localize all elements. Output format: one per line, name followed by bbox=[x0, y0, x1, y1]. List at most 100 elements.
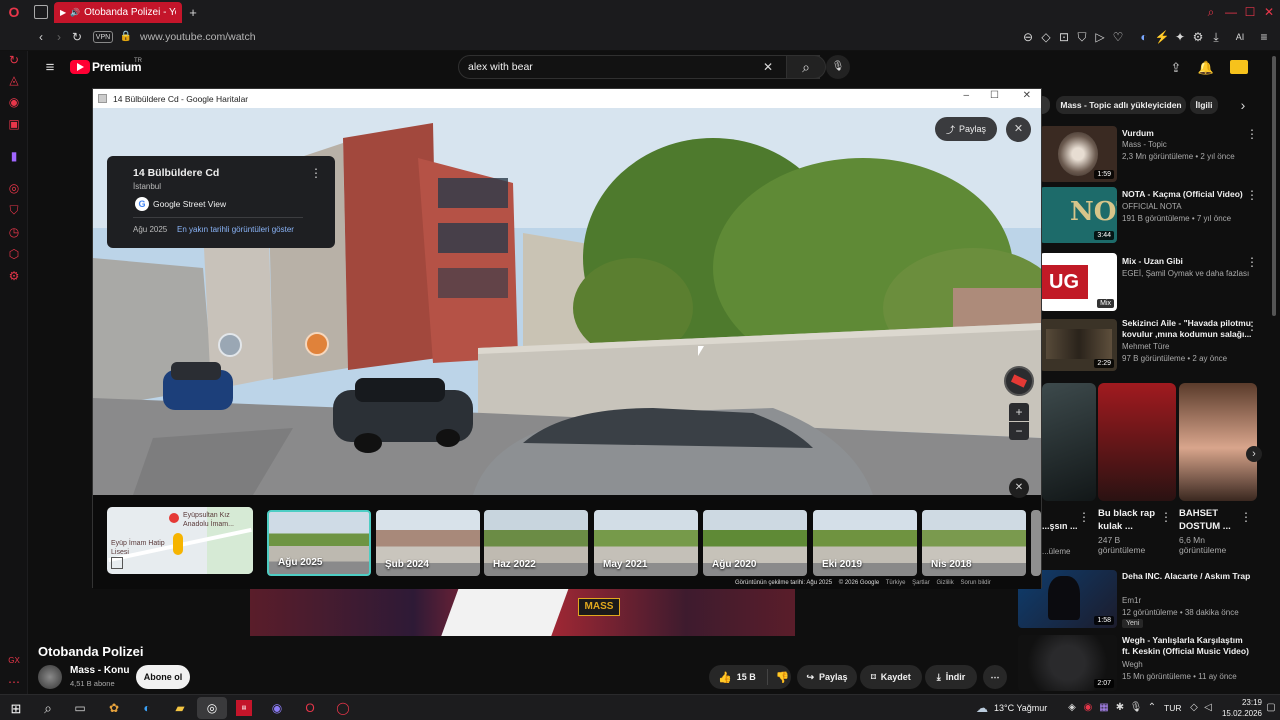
messenger-icon[interactable]: ◉ bbox=[7, 95, 21, 109]
minimize-icon[interactable]: — bbox=[1224, 4, 1238, 20]
search-box[interactable]: alex with bear ✕ bbox=[458, 55, 820, 79]
sidebar-settings-icon[interactable]: ⚙ bbox=[7, 269, 21, 283]
cube-icon[interactable]: ⬡ bbox=[7, 247, 21, 261]
network-icon[interactable]: ◇ bbox=[1188, 701, 1200, 715]
history-icon[interactable]: ↻ bbox=[7, 53, 21, 67]
more-vert-icon[interactable]: ⋮ bbox=[1160, 511, 1172, 523]
tray-icon-3[interactable]: ▦ bbox=[1098, 701, 1110, 715]
like-count[interactable]: 15 B bbox=[737, 672, 756, 682]
tray-icon-2[interactable]: ◉ bbox=[1082, 701, 1094, 715]
nearest-images-link[interactable]: En yakın tarihli görüntüleri göster bbox=[177, 225, 294, 234]
privacy-link[interactable]: Gizlilik bbox=[936, 580, 953, 586]
opera-taskbar-icon[interactable]: O bbox=[302, 700, 318, 716]
lock-icon[interactable]: 🔒 bbox=[120, 30, 132, 44]
video-player[interactable]: MASS bbox=[250, 588, 795, 636]
mic-tray-icon[interactable]: 🎙 bbox=[1130, 701, 1143, 715]
create-icon[interactable]: ⇪ bbox=[1168, 59, 1184, 75]
app-icon-red[interactable]: ▤ bbox=[236, 700, 252, 716]
chips-next-icon[interactable]: › bbox=[1236, 97, 1250, 113]
windows-start-icon[interactable]: ⊞ bbox=[8, 700, 24, 716]
close-street-view-icon[interactable]: ✕ bbox=[1006, 117, 1031, 142]
clock[interactable]: 23:19 15.02.2026 bbox=[1210, 697, 1262, 719]
related-thumb[interactable]: 1:59 bbox=[1040, 126, 1117, 182]
search-input[interactable]: alex with bear bbox=[468, 61, 533, 73]
scrollbar[interactable] bbox=[1272, 56, 1276, 316]
opera-gx-icon[interactable]: ◯ bbox=[335, 700, 351, 716]
short-thumb[interactable] bbox=[1042, 383, 1096, 501]
url-text[interactable]: www.youtube.com/watch bbox=[140, 31, 256, 43]
gx-icon[interactable]: GX bbox=[5, 655, 23, 667]
tray-icon-1[interactable]: ◈ bbox=[1066, 701, 1078, 715]
notification-icon[interactable]: ▢ bbox=[1266, 701, 1276, 715]
popup-maximize-icon[interactable]: ☐ bbox=[990, 90, 999, 101]
map-pin-icon[interactable] bbox=[218, 333, 242, 357]
bookmarks-icon[interactable]: ⛉ bbox=[7, 203, 21, 217]
search-button[interactable]: ⌕ bbox=[786, 55, 826, 79]
related-thumb[interactable]: NOTA 3:44 bbox=[1040, 187, 1117, 243]
shorts-next-icon[interactable]: › bbox=[1246, 446, 1262, 462]
timeline-item[interactable]: Nis 2018 bbox=[922, 510, 1026, 576]
active-tab[interactable]: ▶ 🔊 Otobanda Polizei - You bbox=[54, 2, 182, 23]
related-title[interactable]: Sekizinci Aile - "Havada pilotmu kovulur… bbox=[1122, 318, 1252, 340]
extension-icon-1[interactable]: ◇ bbox=[1040, 30, 1052, 44]
chip-uploader[interactable]: Mass - Topic adlı yükleyiciden bbox=[1056, 96, 1186, 114]
back-icon[interactable]: ‹ bbox=[34, 30, 48, 44]
related-thumb[interactable]: 2:29 bbox=[1040, 319, 1117, 371]
puzzle-icon[interactable]: ✦ bbox=[1174, 30, 1186, 44]
related-title[interactable]: Deha INC. Alacarte / Askım Trap bbox=[1122, 571, 1252, 582]
forward-icon[interactable]: › bbox=[52, 30, 66, 44]
timeline-item[interactable]: Haz 2022 bbox=[484, 510, 588, 576]
more-vert-icon[interactable]: ⋮ bbox=[1240, 511, 1252, 523]
dislike-icon[interactable]: 👎 bbox=[776, 671, 790, 684]
related-title[interactable]: NOTA - Kaçma (Official Video) bbox=[1122, 189, 1252, 200]
play-icon[interactable]: ▷ bbox=[1094, 30, 1106, 44]
discord-icon[interactable]: ◉ bbox=[269, 700, 285, 716]
save-button[interactable]: ⌑ Kaydet bbox=[860, 665, 922, 689]
download-icon[interactable]: ⤓ bbox=[1210, 30, 1222, 44]
short-thumb[interactable] bbox=[1098, 383, 1176, 501]
short-thumb[interactable] bbox=[1179, 383, 1257, 501]
related-channel[interactable]: Wegh bbox=[1122, 660, 1143, 669]
aria-icon[interactable]: ◬ bbox=[7, 73, 21, 87]
voice-search-button[interactable]: 🎙 bbox=[826, 55, 850, 79]
task-view-icon[interactable]: ▭ bbox=[72, 700, 88, 716]
chip-related[interactable]: İlgili bbox=[1190, 96, 1218, 114]
audio-icon[interactable]: 🔊 bbox=[70, 8, 80, 17]
popup-close-icon[interactable]: ✕ bbox=[1023, 90, 1031, 101]
related-channel[interactable]: OFFICIAL NOTA bbox=[1122, 202, 1182, 211]
vpn-badge[interactable]: VPN bbox=[93, 31, 113, 43]
taskbar-search-icon[interactable]: ⌕ bbox=[40, 700, 56, 716]
related-channel[interactable]: Em1r bbox=[1122, 596, 1141, 605]
maximize-icon[interactable]: ☐ bbox=[1243, 4, 1257, 20]
zoom-icon[interactable]: ⊖ bbox=[1022, 30, 1034, 44]
twitch-icon[interactable]: ▮ bbox=[7, 149, 21, 163]
youtube-logo-icon[interactable] bbox=[70, 60, 90, 74]
edge-icon[interactable]: ◐ bbox=[139, 700, 155, 716]
zoom-out-icon[interactable]: − bbox=[1009, 422, 1029, 440]
more-vert-icon[interactable]: ⋮ bbox=[1078, 511, 1090, 523]
related-channel[interactable]: Mass - Topic bbox=[1122, 140, 1167, 149]
close-timeline-icon[interactable]: ✕ bbox=[1009, 478, 1029, 498]
close-window-icon[interactable]: ✕ bbox=[1262, 4, 1276, 20]
more-vert-icon[interactable]: ⋮ bbox=[1246, 320, 1258, 332]
bluetooth-icon[interactable]: ✱ bbox=[1114, 701, 1126, 715]
expand-map-icon[interactable] bbox=[111, 557, 123, 569]
report-link[interactable]: Sorun bildir bbox=[960, 580, 990, 586]
share-button[interactable]: ↪ Paylaş bbox=[797, 665, 857, 689]
download-button[interactable]: ⤓ İndir bbox=[925, 665, 977, 689]
minimap[interactable]: Eyüpsultan Kız Anadolu İmam... Eyüp İmam… bbox=[107, 507, 253, 574]
instagram-icon[interactable]: ▣ bbox=[7, 117, 21, 131]
reload-icon[interactable]: ↻ bbox=[70, 30, 84, 44]
extension-icon-2[interactable]: ⚡ bbox=[1155, 30, 1170, 44]
country-link[interactable]: Türkiye bbox=[886, 580, 906, 586]
more-vert-icon[interactable]: ⋮ bbox=[1246, 128, 1258, 140]
weather-text[interactable]: 13°C Yağmur bbox=[994, 703, 1047, 713]
clock-icon[interactable]: ◷ bbox=[7, 225, 21, 239]
settings-icon[interactable]: ⚙ bbox=[1192, 30, 1204, 44]
clear-search-icon[interactable]: ✕ bbox=[761, 60, 775, 74]
subscribe-button[interactable]: Abone ol bbox=[136, 665, 190, 689]
file-explorer-icon[interactable]: ▰ bbox=[172, 700, 188, 716]
translate-icon[interactable]: ◐ bbox=[1138, 30, 1150, 44]
tab-menu-icon[interactable] bbox=[34, 5, 48, 19]
language-indicator[interactable]: TUR bbox=[1164, 703, 1181, 713]
